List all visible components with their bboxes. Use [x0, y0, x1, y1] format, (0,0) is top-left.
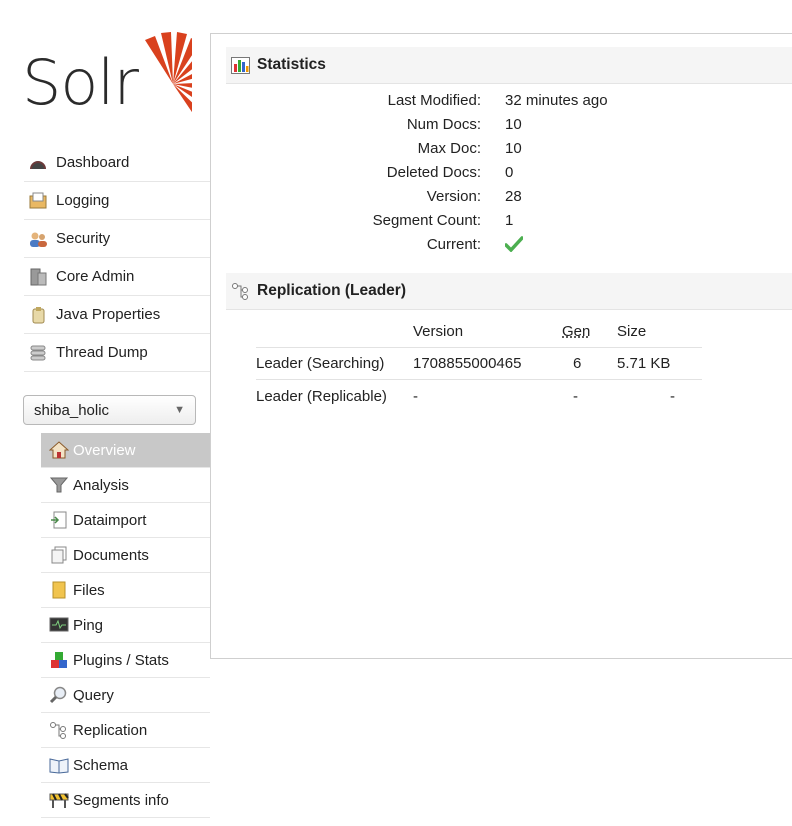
core-item-documents[interactable]: Documents — [41, 538, 210, 573]
core-item-label: Analysis — [73, 476, 129, 494]
row-name: Leader (Searching) — [256, 355, 385, 372]
solr-logo-text: Solr — [22, 46, 139, 119]
col-header-gen: Gen — [562, 323, 591, 340]
chevron-down-icon: ▼ — [174, 404, 185, 416]
core-item-label: Files — [73, 581, 105, 599]
row-gen: - — [573, 388, 578, 405]
row-size: - — [670, 388, 675, 405]
nav-label: Core Admin — [56, 268, 135, 285]
content-panel: Statistics Last Modified: 32 minutes ago… — [210, 33, 792, 659]
stat-label: Current: — [426, 236, 481, 253]
core-item-overview[interactable]: Overview — [41, 433, 210, 468]
row-gen: 6 — [573, 355, 582, 372]
table-divider — [256, 379, 702, 380]
table-divider — [256, 347, 702, 348]
bar-chart-icon — [231, 56, 251, 74]
nav-label: Java Properties — [56, 306, 161, 323]
stat-value: 28 — [505, 188, 522, 205]
col-header-size: Size — [617, 323, 647, 340]
stat-value: 10 — [505, 140, 522, 157]
core-item-segments-info[interactable]: Segments info — [41, 783, 210, 818]
schema-icon — [49, 756, 69, 774]
java-properties-icon — [28, 306, 48, 324]
replication-icon — [49, 721, 69, 739]
stat-value: 0 — [505, 164, 514, 181]
core-item-label: Documents — [73, 546, 149, 564]
nav-item-java-properties[interactable]: Java Properties — [24, 296, 210, 334]
nav-item-core-admin[interactable]: Core Admin — [24, 258, 210, 296]
replication-icon — [231, 282, 251, 300]
core-item-query[interactable]: Query — [41, 678, 210, 713]
checkmark-icon — [504, 236, 524, 256]
main-nav: Dashboard Logging Security Core Admin Ja… — [24, 144, 210, 372]
stat-row-last-modified: Last Modified: 32 minutes ago — [211, 92, 711, 112]
plugins-icon — [49, 651, 69, 669]
core-item-replication[interactable]: Replication — [41, 713, 210, 748]
core-item-label: Plugins / Stats — [73, 651, 169, 669]
row-version: 1708855000465 — [413, 355, 522, 372]
stat-row-version: Version: 28 — [211, 188, 711, 208]
row-version: - — [413, 388, 418, 405]
stat-value: 1 — [505, 212, 514, 229]
stat-label: Num Docs: — [406, 116, 481, 133]
core-selector[interactable]: shiba_holic ▼ — [23, 395, 196, 425]
col-header-version: Version — [413, 323, 464, 340]
stat-label: Segment Count: — [372, 212, 481, 229]
stat-label: Last Modified: — [387, 92, 481, 109]
core-item-label: Replication — [73, 721, 148, 739]
dataimport-icon — [49, 511, 69, 529]
stat-label: Deleted Docs: — [386, 164, 481, 181]
segments-icon — [49, 791, 69, 809]
core-item-files[interactable]: Files — [41, 573, 210, 608]
stat-row-max-doc: Max Doc: 10 — [211, 140, 711, 160]
nav-label: Logging — [56, 192, 110, 209]
files-icon — [49, 581, 69, 599]
core-item-label: Overview — [73, 441, 136, 459]
stat-row-current: Current: — [211, 236, 711, 256]
core-nav: Overview Analysis Dataimport Documents F… — [41, 433, 210, 818]
core-item-plugins-stats[interactable]: Plugins / Stats — [41, 643, 210, 678]
stat-row-deleted-docs: Deleted Docs: 0 — [211, 164, 711, 184]
core-item-label: Dataimport — [73, 511, 147, 529]
statistics-title: Statistics — [257, 56, 326, 73]
documents-icon — [49, 546, 69, 564]
magnifier-icon — [49, 686, 69, 704]
core-item-ping[interactable]: Ping — [41, 608, 210, 643]
home-icon — [49, 441, 69, 459]
stat-value: 10 — [505, 116, 522, 133]
nav-label: Security — [56, 230, 111, 247]
stat-label: Version: — [426, 188, 481, 205]
core-item-schema[interactable]: Schema — [41, 748, 210, 783]
row-size: 5.71 KB — [617, 355, 671, 372]
row-name: Leader (Replicable) — [256, 388, 387, 405]
nav-item-thread-dump[interactable]: Thread Dump — [24, 334, 210, 372]
statistics-header: Statistics — [226, 47, 792, 84]
nav-label: Thread Dump — [56, 344, 148, 361]
core-item-label: Schema — [73, 756, 129, 774]
core-item-label: Query — [73, 686, 114, 704]
nav-item-logging[interactable]: Logging — [24, 182, 210, 220]
nav-label: Dashboard — [56, 154, 130, 171]
replication-title: Replication (Leader) — [257, 282, 406, 299]
stat-label: Max Doc: — [417, 140, 481, 157]
funnel-icon — [49, 476, 69, 494]
solr-logo[interactable]: Solr — [22, 32, 192, 122]
core-item-dataimport[interactable]: Dataimport — [41, 503, 210, 538]
core-item-label: Segments info — [73, 791, 169, 809]
stat-row-segment-count: Segment Count: 1 — [211, 212, 711, 232]
core-item-analysis[interactable]: Analysis — [41, 468, 210, 503]
ping-icon — [49, 616, 69, 634]
replication-header: Replication (Leader) — [226, 273, 792, 310]
thread-dump-icon — [28, 344, 48, 362]
core-selector-value: shiba_holic — [34, 401, 110, 419]
logging-icon — [28, 192, 48, 210]
core-item-label: Ping — [73, 616, 104, 634]
dashboard-icon — [28, 154, 48, 172]
core-admin-icon — [28, 268, 48, 286]
security-icon — [28, 230, 48, 248]
nav-item-dashboard[interactable]: Dashboard — [24, 144, 210, 182]
nav-item-security[interactable]: Security — [24, 220, 210, 258]
stat-row-num-docs: Num Docs: 10 — [211, 116, 711, 136]
stat-value: 32 minutes ago — [505, 92, 608, 109]
